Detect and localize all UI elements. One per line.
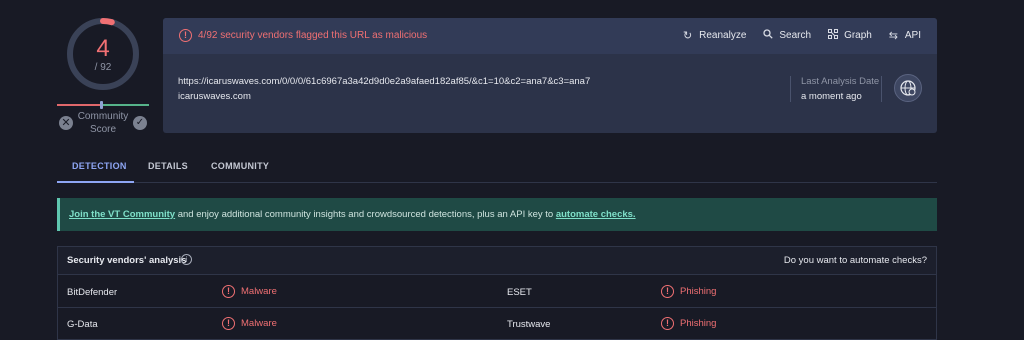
url-globe-icon[interactable] bbox=[894, 74, 922, 102]
tab-detection[interactable]: DETECTION bbox=[72, 161, 127, 171]
vendors-table: Security vendors' analysis i Do you want… bbox=[57, 246, 937, 340]
community-score-label: Community Score bbox=[73, 110, 133, 136]
api-icon: ⇆ bbox=[888, 30, 898, 42]
action-toolbar: ↻ Reanalyze Search Graph ⇆ API bbox=[682, 29, 921, 42]
divider bbox=[790, 76, 791, 102]
join-community-link[interactable]: Join the VT Community bbox=[69, 209, 175, 220]
analyzed-domain[interactable]: icaruswaves.com bbox=[178, 91, 251, 102]
community-banner: Join the VT Community and enjoy addition… bbox=[57, 198, 937, 231]
community-score-label-line1: Community bbox=[77, 111, 129, 122]
reanalyze-label: Reanalyze bbox=[699, 30, 747, 41]
graph-icon bbox=[827, 29, 838, 42]
verdict-label: Malware bbox=[241, 318, 277, 329]
search-label: Search bbox=[779, 30, 812, 41]
alert-circle-icon: ! bbox=[661, 317, 674, 330]
tab-bar: DETECTION DETAILS COMMUNITY bbox=[57, 150, 937, 183]
tab-details[interactable]: DETAILS bbox=[148, 161, 188, 171]
negative-votes-bar bbox=[57, 104, 103, 106]
automate-checks-prompt[interactable]: Do you want to automate checks? bbox=[784, 255, 927, 266]
graph-button[interactable]: Graph bbox=[827, 29, 872, 42]
reanalyze-button[interactable]: ↻ Reanalyze bbox=[682, 29, 746, 42]
vendors-table-title: Security vendors' analysis bbox=[67, 255, 187, 266]
url-summary-card: ! 4/92 security vendors flagged this URL… bbox=[163, 18, 937, 133]
positive-votes-bar bbox=[103, 104, 149, 106]
table-row: BitDefender ! Malware ESET ! Phishing bbox=[58, 276, 936, 308]
detection-alert: 4/92 security vendors flagged this URL a… bbox=[198, 30, 428, 41]
vendor-name: Trustwave bbox=[507, 319, 551, 330]
vendor-name: G-Data bbox=[67, 319, 98, 330]
table-row: G-Data ! Malware Trustwave ! Phishing bbox=[58, 308, 936, 340]
alert-circle-icon: ! bbox=[222, 317, 235, 330]
vendor-verdict: ! Phishing bbox=[661, 285, 716, 298]
last-analysis-value: a moment ago bbox=[801, 91, 862, 102]
vendor-name: ESET bbox=[507, 287, 532, 298]
banner-message: and enjoy additional community insights … bbox=[175, 209, 556, 220]
vendor-verdict: ! Phishing bbox=[661, 317, 716, 330]
alert-circle-icon: ! bbox=[222, 285, 235, 298]
last-analysis-label: Last Analysis Date bbox=[801, 76, 880, 87]
community-score-bar bbox=[57, 101, 149, 109]
score-marker bbox=[100, 101, 103, 109]
divider bbox=[881, 76, 882, 102]
community-score-widget: 4 / 92 ✕ Community Score ✓ bbox=[57, 16, 149, 136]
vote-harmful-icon[interactable]: ✕ bbox=[59, 116, 73, 130]
info-icon[interactable]: i bbox=[181, 254, 192, 265]
active-tab-indicator bbox=[57, 181, 134, 183]
tab-community[interactable]: COMMUNITY bbox=[211, 161, 269, 171]
alert-bar: ! 4/92 security vendors flagged this URL… bbox=[163, 18, 937, 54]
alert-circle-icon: ! bbox=[661, 285, 674, 298]
search-button[interactable]: Search bbox=[762, 29, 811, 42]
verdict-label: Malware bbox=[241, 286, 277, 297]
detection-count: 4 bbox=[96, 35, 110, 62]
verdict-label: Phishing bbox=[680, 318, 717, 329]
vote-harmless-icon[interactable]: ✓ bbox=[133, 116, 147, 130]
api-button[interactable]: ⇆ API bbox=[888, 29, 921, 42]
vendor-name: BitDefender bbox=[67, 287, 118, 298]
analyzed-url[interactable]: https://icaruswaves.com/0/0/0/61c6967a3a… bbox=[178, 76, 590, 87]
api-label: API bbox=[904, 30, 921, 41]
community-score-label-line2: Score bbox=[89, 124, 117, 135]
search-icon bbox=[762, 29, 773, 42]
verdict-label: Phishing bbox=[680, 286, 717, 297]
vendor-verdict: ! Malware bbox=[222, 285, 277, 298]
vendor-verdict: ! Malware bbox=[222, 317, 277, 330]
refresh-icon: ↻ bbox=[683, 30, 693, 42]
vendors-table-header: Security vendors' analysis i Do you want… bbox=[58, 247, 936, 275]
automate-checks-link[interactable]: automate checks. bbox=[556, 209, 636, 220]
banner-text: Join the VT Community and enjoy addition… bbox=[69, 209, 636, 220]
vendor-total: / 92 bbox=[94, 62, 112, 73]
alert-circle-icon: ! bbox=[179, 29, 192, 42]
graph-label: Graph bbox=[844, 30, 872, 41]
